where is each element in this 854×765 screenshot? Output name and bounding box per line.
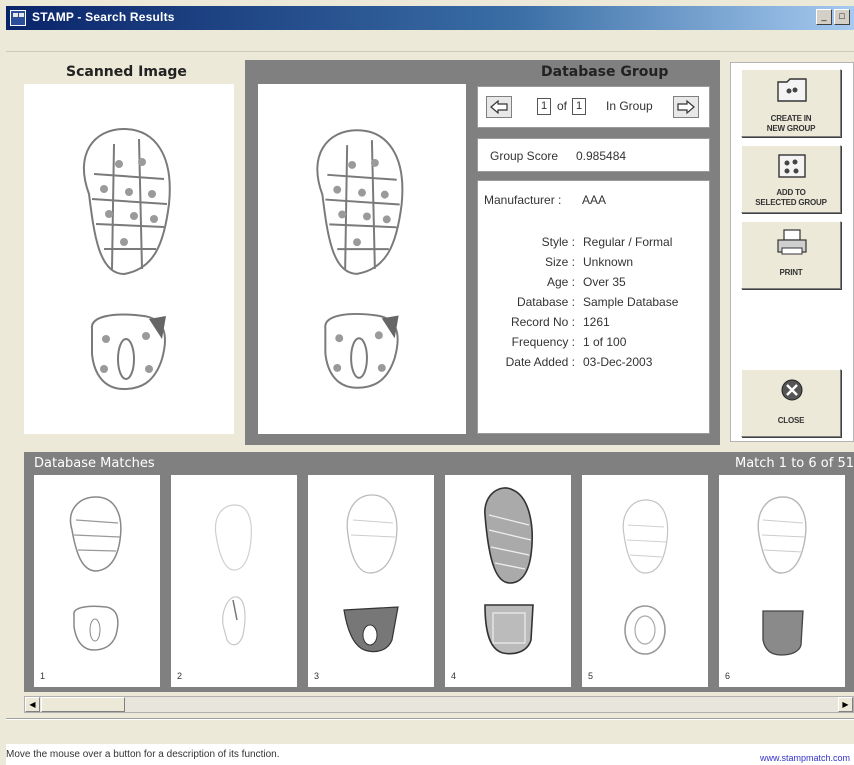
database-matches-title: Database Matches bbox=[34, 456, 155, 471]
toolbar-strip bbox=[6, 30, 854, 52]
add-to-selected-group-button[interactable]: ADD TO SELECTED GROUP bbox=[741, 145, 841, 213]
printer-icon bbox=[777, 229, 807, 255]
match-thumbnail[interactable]: 1 bbox=[34, 475, 160, 687]
website-link[interactable]: www.stampmatch.com bbox=[760, 753, 850, 763]
status-hint: Move the mouse over a button for a descr… bbox=[6, 749, 280, 760]
match-thumbnail[interactable]: 2 bbox=[171, 475, 297, 687]
arrow-right-icon bbox=[677, 99, 695, 115]
in-group-label: In Group bbox=[606, 99, 653, 113]
match-thumbnail[interactable]: 3 bbox=[308, 475, 434, 687]
window-title: STAMP - Search Results bbox=[32, 10, 175, 24]
minimize-button[interactable]: _ bbox=[816, 9, 832, 25]
next-button[interactable] bbox=[673, 96, 699, 118]
record-no-value: 1261 bbox=[583, 315, 610, 329]
group-score-value: 0.985484 bbox=[576, 149, 627, 163]
record-details: Manufacturer : AAA Style : Regular / For… bbox=[477, 180, 710, 434]
app-icon bbox=[10, 10, 26, 26]
create-in-new-group-button[interactable]: CREATE IN NEW GROUP bbox=[741, 69, 841, 137]
scroll-left-button[interactable]: ◀ bbox=[25, 697, 40, 712]
print-label: PRINT bbox=[779, 268, 803, 277]
match-number: 2 bbox=[177, 671, 183, 681]
status-bar: Move the mouse over a button for a descr… bbox=[6, 744, 854, 765]
title-bar: STAMP - Search Results _ □ bbox=[6, 6, 854, 30]
total-count-field: 1 bbox=[572, 98, 586, 115]
age-label: Age : bbox=[546, 275, 575, 289]
of-label: of bbox=[557, 99, 568, 113]
database-image bbox=[258, 84, 466, 434]
search-results-window: STAMP - Search Results _ □ Scanned Image bbox=[0, 0, 854, 765]
group-navigator: 1 of 1 In Group bbox=[477, 86, 710, 128]
shoeprint-icon bbox=[484, 487, 534, 655]
shoeprint-icon bbox=[316, 129, 404, 389]
scanned-image bbox=[24, 84, 234, 434]
frequency-label: Frequency : bbox=[511, 335, 575, 349]
manufacturer-label: Manufacturer : bbox=[484, 193, 562, 207]
style-label: Style : bbox=[541, 235, 575, 249]
shoeprint-icon bbox=[83, 127, 171, 391]
match-thumbnail[interactable]: 5 bbox=[582, 475, 708, 687]
print-button[interactable]: PRINT bbox=[741, 221, 841, 289]
maximize-button[interactable]: □ bbox=[834, 9, 850, 25]
scroll-right-button[interactable]: ▶ bbox=[838, 697, 853, 712]
database-value: Sample Database bbox=[583, 295, 679, 309]
group-score-box: Group Score 0.985484 bbox=[477, 138, 710, 172]
arrow-left-icon bbox=[490, 99, 508, 115]
create-label-line2: NEW GROUP bbox=[766, 124, 816, 133]
add-label-line2: SELECTED GROUP bbox=[755, 198, 827, 207]
manufacturer-value: AAA bbox=[582, 193, 607, 207]
previous-button[interactable] bbox=[486, 96, 512, 118]
match-thumbnail[interactable]: 4 bbox=[445, 475, 571, 687]
current-index-field[interactable]: 1 bbox=[537, 98, 551, 115]
action-panel: CREATE IN NEW GROUP ADD TO SELECTED GROU… bbox=[730, 62, 854, 442]
date-added-label: Date Added : bbox=[505, 355, 575, 369]
database-label: Database : bbox=[516, 295, 575, 309]
database-group-label: Database Group bbox=[541, 64, 669, 80]
match-number: 1 bbox=[40, 671, 46, 681]
match-count: Match 1 to 6 of 51 bbox=[735, 456, 854, 471]
age-value: Over 35 bbox=[583, 275, 626, 289]
match-thumbnail[interactable]: 6 bbox=[719, 475, 845, 687]
shoeprint-icon bbox=[214, 504, 252, 646]
record-no-label: Record No : bbox=[510, 315, 575, 329]
shoeprint-icon bbox=[69, 496, 122, 651]
group-icon bbox=[778, 154, 806, 178]
date-added-value: 03-Dec-2003 bbox=[583, 355, 653, 369]
close-label: CLOSE bbox=[777, 416, 805, 425]
match-number: 5 bbox=[588, 671, 594, 681]
match-number: 3 bbox=[314, 671, 320, 681]
size-label: Size : bbox=[544, 255, 575, 269]
create-label-line1: CREATE IN bbox=[770, 114, 812, 123]
shoeprint-icon bbox=[343, 494, 399, 653]
folder-icon bbox=[777, 78, 807, 102]
group-score-label: Group Score bbox=[490, 149, 559, 163]
close-button[interactable]: CLOSE bbox=[741, 369, 841, 437]
scroll-thumb[interactable] bbox=[41, 697, 125, 712]
horizontal-scrollbar[interactable]: ◀ ▶ bbox=[24, 696, 854, 713]
match-number: 6 bbox=[725, 671, 731, 681]
add-label-line1: ADD TO bbox=[776, 188, 806, 197]
divider bbox=[6, 718, 854, 720]
shoeprint-icon bbox=[757, 496, 807, 656]
match-number: 4 bbox=[451, 671, 457, 681]
scanned-image-label: Scanned Image bbox=[66, 64, 187, 80]
close-icon bbox=[781, 379, 803, 401]
size-value: Unknown bbox=[583, 255, 634, 269]
style-value: Regular / Formal bbox=[583, 235, 673, 249]
shoeprint-icon bbox=[622, 499, 669, 655]
frequency-value: 1 of 100 bbox=[583, 335, 627, 349]
